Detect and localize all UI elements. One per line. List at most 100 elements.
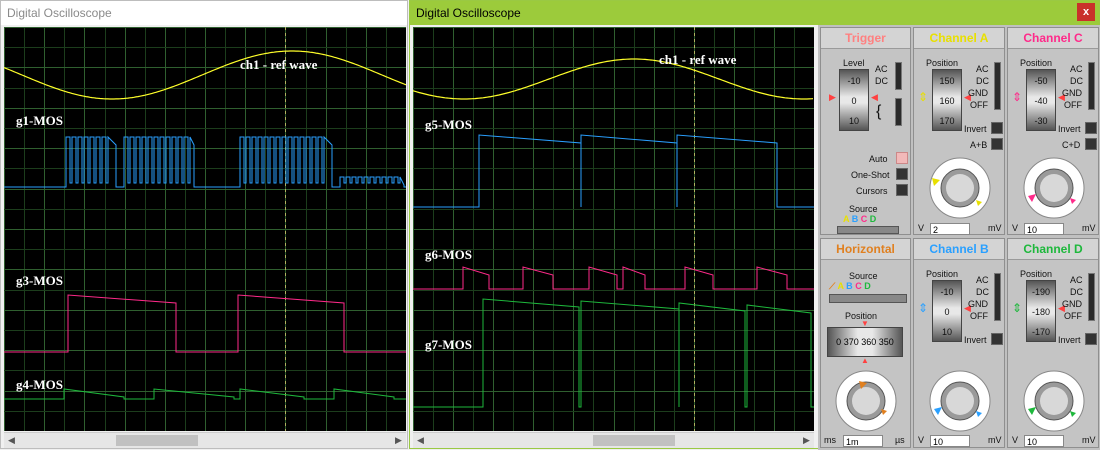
channel-a-add-label: A+B [970, 140, 988, 150]
channel-c-invert-button[interactable] [1085, 122, 1097, 134]
left-g4-label: g4-MOS [16, 377, 63, 392]
left-window-titlebar[interactable]: Digital Oscilloscope [1, 1, 407, 25]
scroll-right-arrow-icon[interactable]: ▶ [391, 433, 406, 448]
trigger-auto-label: Auto [869, 154, 888, 164]
channel-d-invert-label: Invert [1058, 335, 1081, 345]
left-horizontal-scrollbar[interactable]: ◀ ▶ [4, 432, 406, 448]
trigger-level-label: Level [843, 58, 865, 68]
channel-d-coupling-switch[interactable] [1088, 273, 1095, 321]
trigger-section: Trigger Level -10 0 10 ▶ ◀ AC DC { Auto … [820, 27, 911, 235]
channel-b-volts-dial[interactable] [920, 363, 1000, 435]
trigger-cursors-button[interactable] [896, 184, 908, 196]
horizontal-position-scale[interactable]: 0 370 360 350 [827, 327, 903, 357]
trigger-source-d: D [869, 214, 877, 224]
channel-b-scale-value[interactable]: 10 [930, 435, 970, 447]
channel-a-title: Channel A [914, 28, 1004, 49]
channel-a-scale-value[interactable]: 2 [930, 223, 970, 235]
right-scope-grid [413, 27, 814, 431]
trigger-title: Trigger [821, 28, 910, 49]
channel-a-invert-button[interactable] [991, 122, 1003, 134]
channel-d-position-scale[interactable]: -190 -180 -170 [1026, 280, 1056, 342]
channel-c-volts-dial[interactable] [1014, 150, 1094, 222]
left-scope-screen[interactable]: ch1 - ref wave g1-MOS g3-MOS g4-MOS [4, 27, 406, 431]
horizontal-source-slider[interactable] [829, 294, 907, 303]
scroll-right-arrow-icon[interactable]: ▶ [799, 433, 814, 448]
right-horizontal-scrollbar[interactable]: ◀ ▶ [413, 432, 814, 448]
channel-c-title: Channel C [1008, 28, 1098, 49]
channel-c-scale-value[interactable]: 10 [1024, 223, 1064, 235]
trigger-edge-bracket-icon: { [876, 103, 882, 120]
trigger-one-shot-button[interactable] [896, 168, 908, 180]
trigger-level-pointer-right-icon: ◀ [871, 92, 878, 102]
channel-b-invert-label: Invert [964, 335, 987, 345]
left-scrollbar-thumb[interactable] [116, 435, 198, 446]
right-oscilloscope-window: Digital Oscilloscope x ch1 - ref wave g5… [409, 0, 1100, 450]
right-g5-label: g5-MOS [425, 117, 472, 132]
channel-c-coupling-switch[interactable] [1088, 62, 1095, 110]
channel-c-position-label: Position [1020, 58, 1053, 68]
trigger-source-label: Source [849, 204, 878, 214]
channel-c-invert-label: Invert [1058, 124, 1081, 134]
channel-b-coupling-switch[interactable] [994, 273, 1001, 321]
right-window-titlebar[interactable]: Digital Oscilloscope x [410, 1, 1099, 25]
horizontal-source-label: Source [849, 271, 878, 281]
right-window-title: Digital Oscilloscope [416, 6, 521, 20]
channel-c-add-button[interactable] [1085, 138, 1097, 150]
trigger-edge-switch[interactable] [895, 98, 902, 126]
trigger-source-c: C [860, 214, 868, 224]
horizontal-time-dial[interactable] [825, 365, 907, 435]
left-window-title: Digital Oscilloscope [7, 6, 112, 20]
channel-a-add-button[interactable] [991, 138, 1003, 150]
trigger-level-scale[interactable]: -10 0 10 [839, 69, 869, 131]
channel-d-invert-button[interactable] [1085, 333, 1097, 345]
trigger-cursors-label: Cursors [856, 186, 888, 196]
right-g6-label: g6-MOS [425, 247, 472, 262]
channel-d-section: Channel D Position -190 -180 -170 ⇕ ◀ AC… [1007, 238, 1099, 448]
left-scope-traces: ch1 - ref wave g1-MOS g3-MOS g4-MOS [4, 27, 406, 431]
channel-d-title: Channel D [1008, 239, 1098, 260]
channel-c-add-label: C+D [1062, 140, 1081, 150]
horizontal-title: Horizontal [821, 239, 910, 260]
right-scope-screen[interactable]: ch1 - ref wave g5-MOS g6-MOS g7-MOS [413, 27, 814, 431]
horizontal-timebase-value[interactable]: 1m [843, 435, 883, 447]
horizontal-section: Horizontal Source ⟋ A B C D Position ▼ 0… [820, 238, 911, 448]
channel-d-scale-value[interactable]: 10 [1024, 435, 1064, 447]
trigger-source-a: A [843, 214, 850, 224]
trigger-source-b: B [851, 214, 859, 224]
left-scope-grid [4, 27, 406, 431]
horizontal-source-ramp-icon: ⟋ [829, 281, 836, 291]
right-scope-traces: ch1 - ref wave g5-MOS g6-MOS g7-MOS [413, 27, 814, 431]
right-g7-label: g7-MOS [425, 337, 472, 352]
left-oscilloscope-window: Digital Oscilloscope ch1 - ref wave g1-M… [0, 0, 408, 449]
channel-d-volts-dial[interactable] [1014, 363, 1094, 435]
left-g3-label: g3-MOS [16, 273, 63, 288]
channel-b-position-label: Position [926, 269, 959, 279]
trigger-coupling-switch[interactable] [895, 62, 902, 90]
channel-c-position-scale[interactable]: -50 -40 -30 [1026, 69, 1056, 131]
channel-c-updown-arrow-icon: ⇕ [1012, 90, 1023, 104]
scroll-left-arrow-icon[interactable]: ◀ [4, 433, 19, 448]
channel-d-position-label: Position [1020, 269, 1053, 279]
trigger-one-shot-label: One-Shot [851, 170, 890, 180]
trigger-dc-label: DC [875, 76, 888, 86]
right-ref-wave-label: ch1 - ref wave [659, 52, 737, 67]
channel-c-section: Channel C Position -50 -40 -30 ⇕ ◀ AC DC… [1007, 27, 1099, 235]
channel-b-section: Channel B Position -10 0 10 ⇕ ◀ AC DC GN… [913, 238, 1005, 448]
channel-a-invert-label: Invert [964, 124, 987, 134]
control-panel: Trigger Level -10 0 10 ▶ ◀ AC DC { Auto … [818, 25, 1100, 450]
trigger-source-slider[interactable] [837, 226, 899, 234]
trigger-ac-label: AC [875, 64, 888, 74]
horizontal-pointer-up-icon: ▲ [861, 356, 869, 365]
channel-a-updown-arrow-icon: ⇕ [918, 90, 929, 104]
channel-a-coupling-switch[interactable] [994, 62, 1001, 110]
trigger-auto-button[interactable] [896, 152, 908, 164]
right-scrollbar-thumb[interactable] [593, 435, 675, 446]
close-button[interactable]: x [1077, 3, 1095, 21]
channel-b-invert-button[interactable] [991, 333, 1003, 345]
channel-b-position-scale[interactable]: -10 0 10 [932, 280, 962, 342]
channel-a-section: Channel A Position 150 160 170 ⇕ ◀ AC DC… [913, 27, 1005, 235]
channel-a-position-scale[interactable]: 150 160 170 [932, 69, 962, 131]
channel-a-volts-dial[interactable] [920, 150, 1000, 222]
left-g1-label: g1-MOS [16, 113, 63, 128]
scroll-left-arrow-icon[interactable]: ◀ [413, 433, 428, 448]
